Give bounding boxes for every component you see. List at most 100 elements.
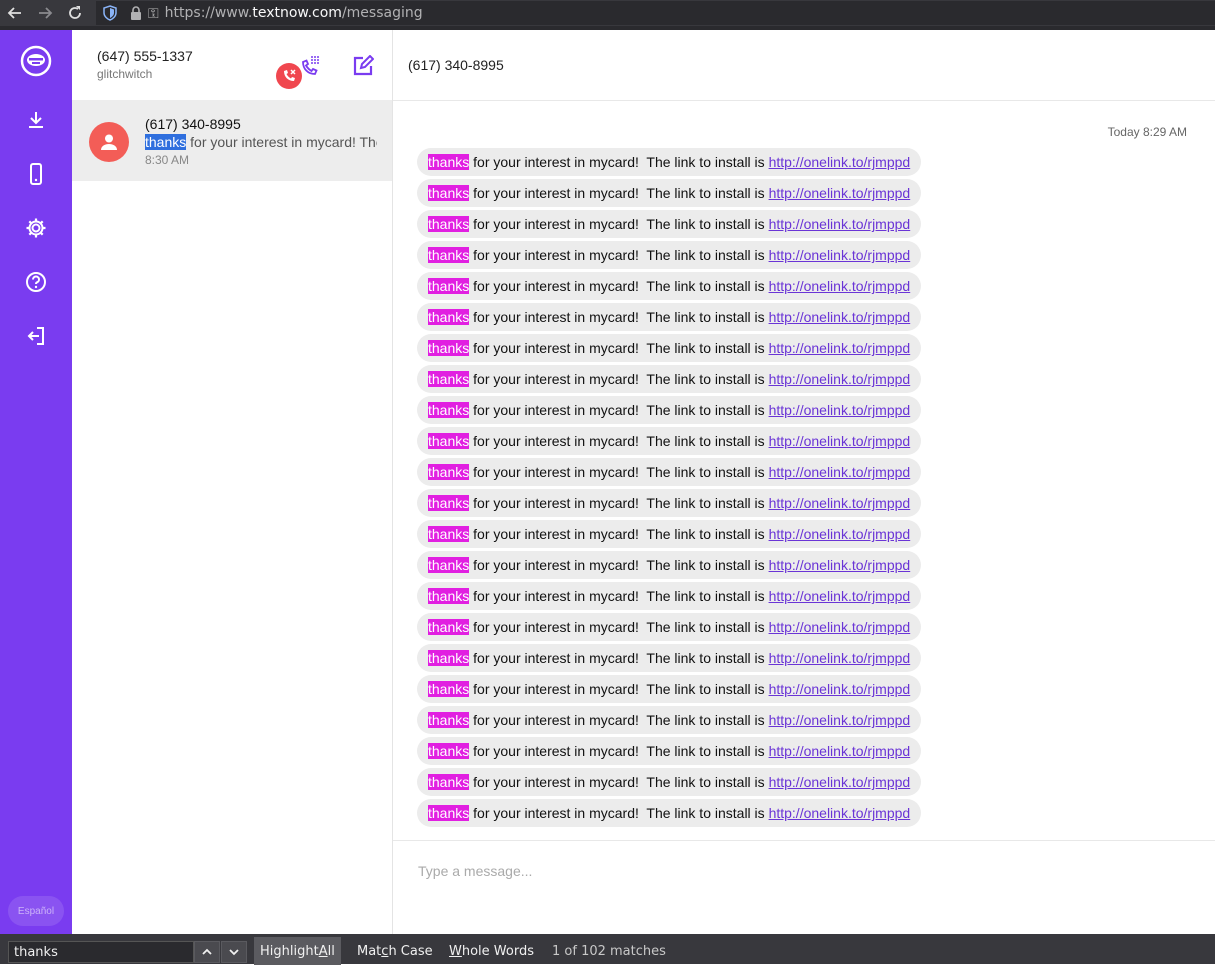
find-highlight: thanks (428, 619, 470, 635)
message-link[interactable]: http://onelink.to/rjmppd (769, 433, 911, 449)
message-link[interactable]: http://onelink.to/rjmppd (769, 278, 911, 294)
message-bubble[interactable]: thanks for your interest in mycard! The … (417, 613, 922, 641)
logout-icon[interactable] (0, 320, 72, 352)
highlight-all-toggle[interactable]: Highlight All (254, 937, 341, 965)
avatar (89, 122, 129, 162)
message-link[interactable]: http://onelink.to/rjmppd (769, 650, 911, 666)
tracking-protection-shield-icon[interactable] (102, 5, 118, 21)
message-row: thanks for your interest in mycard! The … (417, 148, 922, 179)
message-bubbles: thanks for your interest in mycard! The … (417, 148, 922, 830)
message-text: for your interest in mycard! The link to… (469, 495, 769, 511)
message-bubble[interactable]: thanks for your interest in mycard! The … (417, 458, 922, 486)
message-text: for your interest in mycard! The link to… (469, 154, 769, 170)
message-link[interactable]: http://onelink.to/rjmppd (769, 681, 911, 697)
message-bubble[interactable]: thanks for your interest in mycard! The … (417, 520, 922, 548)
message-bubble[interactable]: thanks for your interest in mycard! The … (417, 241, 922, 269)
key-icon[interactable]: ⚿ (148, 5, 159, 22)
message-link[interactable]: http://onelink.to/rjmppd (769, 154, 911, 170)
dialpad-call-icon[interactable] (299, 54, 323, 78)
help-icon[interactable] (0, 266, 72, 298)
message-text: for your interest in mycard! The link to… (469, 464, 769, 480)
back-arrow-icon (7, 7, 21, 19)
message-text: for your interest in mycard! The link to… (469, 557, 769, 573)
message-bubble[interactable]: thanks for your interest in mycard! The … (417, 582, 922, 610)
message-bubble[interactable]: thanks for your interest in mycard! The … (417, 489, 922, 517)
message-timestamp: Today 8:29 AM (1107, 125, 1187, 139)
message-row: thanks for your interest in mycard! The … (417, 241, 922, 272)
message-link[interactable]: http://onelink.to/rjmppd (769, 526, 911, 542)
find-highlight: thanks (428, 185, 470, 201)
find-highlight: thanks (428, 681, 470, 697)
message-link[interactable]: http://onelink.to/rjmppd (769, 247, 911, 263)
phone-device-icon[interactable] (0, 158, 72, 190)
message-bubble[interactable]: thanks for your interest in mycard! The … (417, 427, 922, 455)
message-link[interactable]: http://onelink.to/rjmppd (769, 185, 911, 201)
message-link[interactable]: http://onelink.to/rjmppd (769, 309, 911, 325)
message-text: for your interest in mycard! The link to… (469, 402, 769, 418)
message-bubble[interactable]: thanks for your interest in mycard! The … (417, 334, 922, 362)
message-bubble[interactable]: thanks for your interest in mycard! The … (417, 272, 922, 300)
message-row: thanks for your interest in mycard! The … (417, 613, 922, 644)
message-link[interactable]: http://onelink.to/rjmppd (769, 712, 911, 728)
message-bubble[interactable]: thanks for your interest in mycard! The … (417, 737, 922, 765)
message-link[interactable]: http://onelink.to/rjmppd (769, 340, 911, 356)
match-case-toggle[interactable]: Mat c h Case (351, 937, 439, 965)
message-link[interactable]: http://onelink.to/rjmppd (769, 464, 911, 480)
message-bubble[interactable]: thanks for your interest in mycard! The … (417, 148, 922, 176)
gear-icon[interactable] (0, 212, 72, 244)
find-next-button[interactable] (221, 941, 247, 963)
reload-icon (69, 6, 81, 19)
conversation-list-panel: (647) 555-1337 glitchwitch (617) 340-899… (72, 30, 393, 934)
whole-words-toggle[interactable]: Whole Words (443, 937, 540, 965)
message-link[interactable]: http://onelink.to/rjmppd (769, 557, 911, 573)
message-text: for your interest in mycard! The link to… (469, 278, 769, 294)
message-link[interactable]: http://onelink.to/rjmppd (769, 495, 911, 511)
message-bubble[interactable]: thanks for your interest in mycard! The … (417, 179, 922, 207)
message-link[interactable]: http://onelink.to/rjmppd (769, 774, 911, 790)
message-bubble[interactable]: thanks for your interest in mycard! The … (417, 551, 922, 579)
message-link[interactable]: http://onelink.to/rjmppd (769, 216, 911, 232)
message-input[interactable] (418, 859, 1178, 883)
download-icon[interactable] (0, 104, 72, 136)
message-text: for your interest in mycard! The link to… (469, 309, 769, 325)
find-highlight: thanks (428, 433, 470, 449)
back-button[interactable] (0, 0, 30, 26)
message-link[interactable]: http://onelink.to/rjmppd (769, 743, 911, 759)
message-bubble[interactable]: thanks for your interest in mycard! The … (417, 768, 922, 796)
reload-button[interactable] (60, 0, 90, 26)
find-bar: thanks Highlight All Mat c h Case Whole Wo… (0, 934, 1215, 965)
compose-icon[interactable] (352, 55, 374, 77)
message-text: for your interest in mycard! The link to… (469, 712, 769, 728)
message-bubble[interactable]: thanks for your interest in mycard! The … (417, 210, 922, 238)
message-link[interactable]: http://onelink.to/rjmppd (769, 371, 911, 387)
address-bar[interactable]: ⚿ https://www.textnow.com/messaging (96, 1, 1215, 25)
message-row: thanks for your interest in mycard! The … (417, 675, 922, 706)
find-highlight: thanks (428, 557, 470, 573)
conversation-item[interactable]: (617) 340-8995 thanks for your interest … (72, 100, 392, 181)
message-link[interactable]: http://onelink.to/rjmppd (769, 805, 911, 821)
message-text: for your interest in mycard! The link to… (469, 619, 769, 635)
find-previous-button[interactable] (194, 941, 220, 963)
find-highlight: thanks (428, 340, 470, 356)
message-bubble[interactable]: thanks for your interest in mycard! The … (417, 303, 922, 331)
textnow-logo-icon[interactable] (0, 45, 72, 77)
message-bubble[interactable]: thanks for your interest in mycard! The … (417, 365, 922, 393)
message-text: for your interest in mycard! The link to… (469, 743, 769, 759)
message-bubble[interactable]: thanks for your interest in mycard! The … (417, 644, 922, 672)
forward-button[interactable] (30, 0, 60, 26)
message-bubble[interactable]: thanks for your interest in mycard! The … (417, 396, 922, 424)
message-bubble[interactable]: thanks for your interest in mycard! The … (417, 675, 922, 703)
message-text: for your interest in mycard! The link to… (469, 805, 769, 821)
message-link[interactable]: http://onelink.to/rjmppd (769, 588, 911, 604)
lock-icon[interactable] (128, 5, 144, 21)
find-input[interactable]: thanks (8, 941, 194, 963)
message-bubble[interactable]: thanks for your interest in mycard! The … (417, 799, 922, 827)
message-row: thanks for your interest in mycard! The … (417, 303, 922, 334)
language-toggle-button[interactable]: Español (8, 896, 64, 926)
message-link[interactable]: http://onelink.to/rjmppd (769, 619, 911, 635)
message-composer (393, 840, 1215, 934)
message-text: for your interest in mycard! The link to… (469, 650, 769, 666)
message-bubble[interactable]: thanks for your interest in mycard! The … (417, 706, 922, 734)
chevron-up-icon (202, 948, 212, 955)
message-link[interactable]: http://onelink.to/rjmppd (769, 402, 911, 418)
